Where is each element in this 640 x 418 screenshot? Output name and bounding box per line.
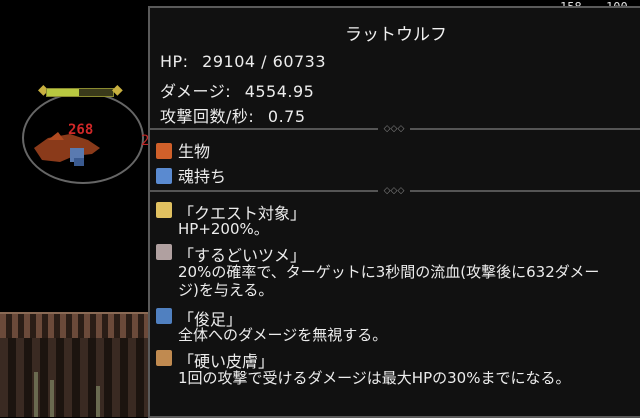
attack-speed-value: 0.75: [267, 107, 306, 126]
enemy-tooltip: ラットウルフ HP: 29104 / 60733 ダメージ: 4554.95 攻…: [148, 6, 640, 418]
trait-label: 生物: [178, 142, 211, 161]
enemy-name: ラットウルフ: [345, 25, 447, 45]
plant-decoration: [34, 372, 38, 417]
ability-description: HP+200%。: [178, 220, 269, 238]
plant-decoration: [50, 380, 54, 417]
trait-creature: 生物: [156, 138, 210, 162]
hpbar-right-cap-icon: ◆: [112, 82, 123, 98]
damage-value: 4554.95: [244, 82, 315, 101]
divider-ornament-icon: ◇◇◇: [378, 187, 410, 196]
damage-stat: ダメージ: 4554.95: [160, 78, 314, 102]
swift-foot-icon: [156, 308, 172, 324]
hp-label: HP:: [160, 52, 189, 71]
quest-crown-icon: [156, 202, 172, 218]
creature-icon: [156, 143, 172, 159]
trait-soul: 魂持ち: [156, 163, 226, 187]
damage-popup: 268: [68, 122, 94, 138]
ability-description: 全体へのダメージを無視する。: [178, 326, 388, 344]
hp-value: 29104 / 60733: [202, 52, 327, 71]
damage-label: ダメージ:: [160, 82, 232, 101]
tough-skin-icon: [156, 350, 172, 366]
enemy-hp-bar: [46, 88, 114, 97]
divider-ornament-icon: ◇◇◇: [378, 125, 410, 134]
ability-description: 20%の確率で、ターゲットに3秒間の流血(攻撃後に632ダメージ)を与える。: [178, 263, 600, 299]
floor-rail: [0, 312, 150, 340]
claw-icon: [156, 244, 172, 260]
attack-speed-label: 攻撃回数/秒:: [160, 107, 255, 126]
plant-decoration: [96, 386, 100, 417]
trait-label: 魂持ち: [178, 167, 227, 186]
section-divider: ◇◇◇: [150, 187, 640, 196]
section-divider: ◇◇◇: [150, 125, 640, 134]
hp-stat: HP: 29104 / 60733: [160, 52, 326, 71]
lower-floor: [0, 338, 150, 417]
attack-speed-stat: 攻撃回数/秒: 0.75: [160, 103, 306, 127]
ability-description: 1回の攻撃で受けるダメージは最大HPの30%までになる。: [178, 369, 571, 387]
enemy-hp-bar-fill: [47, 89, 79, 96]
soul-icon: [156, 168, 172, 184]
